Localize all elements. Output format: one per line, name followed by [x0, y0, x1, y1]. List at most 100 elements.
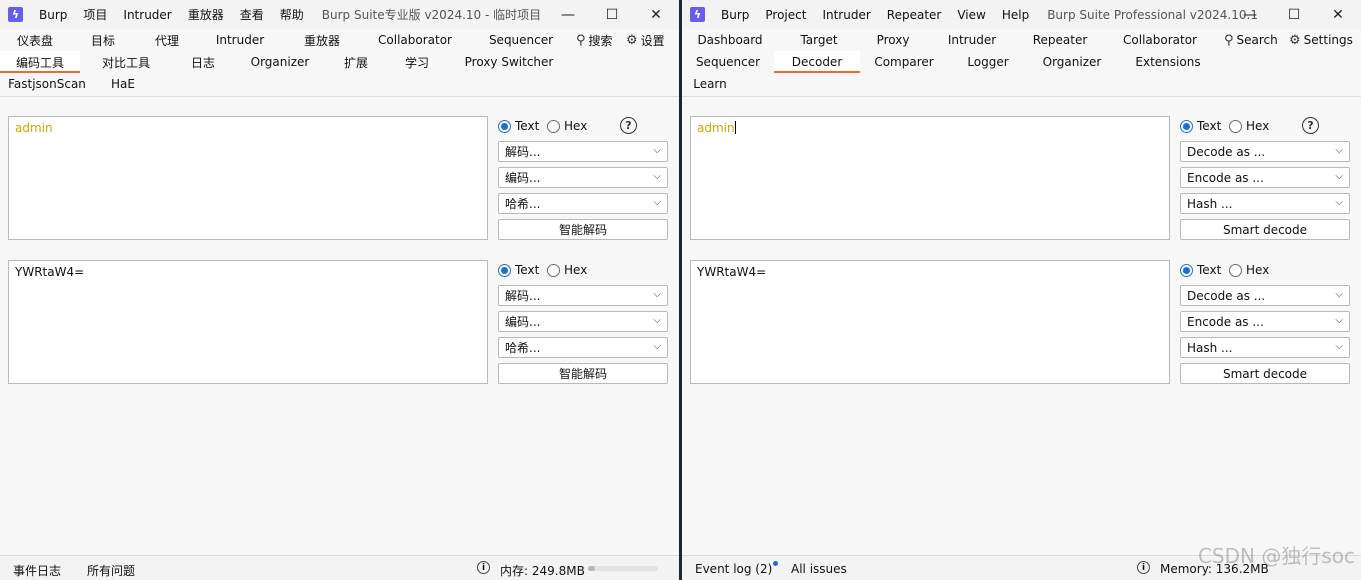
smart-decode-button[interactable]: Smart decode — [1180, 219, 1350, 240]
event-log-label: Event log (2) — [695, 562, 773, 576]
tab-repeater[interactable]: Repeater — [1018, 29, 1102, 51]
menu-burp[interactable]: Burp — [31, 8, 75, 22]
hex-radio[interactable]: Hex — [1229, 263, 1269, 277]
input-textarea[interactable]: admin — [690, 116, 1170, 240]
encode-select-label: 编码... — [505, 171, 541, 185]
tab-intruder[interactable]: Intruder — [198, 29, 282, 51]
hash-select[interactable]: Hash ... ⌵ — [1180, 193, 1350, 214]
text-radio[interactable]: Text — [498, 263, 539, 277]
encode-select[interactable]: 编码... ⌵ — [498, 167, 668, 188]
tab-organizer[interactable]: Organizer — [234, 51, 326, 73]
menu-project[interactable]: 项目 — [75, 6, 115, 23]
tab-organizer[interactable]: Organizer — [1028, 51, 1116, 73]
encode-select[interactable]: Encode as ... ⌵ — [1180, 311, 1350, 332]
menu-view[interactable]: View — [949, 8, 993, 22]
tab-logger[interactable]: 日志 — [172, 51, 234, 73]
text-radio[interactable]: Text — [498, 119, 539, 133]
tab-extensions[interactable]: 扩展 — [326, 51, 386, 73]
search-icon: ⚲ — [1224, 32, 1234, 48]
tab-collaborator[interactable]: Collaborator — [1102, 29, 1218, 51]
input-textarea[interactable]: admin — [8, 116, 488, 240]
hex-radio[interactable]: Hex — [547, 119, 587, 133]
menu-view[interactable]: 查看 — [232, 6, 272, 23]
menu-repeater[interactable]: 重放器 — [180, 6, 232, 23]
encode-select[interactable]: 编码... ⌵ — [498, 311, 668, 332]
search-label: 搜索 — [588, 33, 613, 48]
decode-select-label: 解码... — [505, 289, 541, 303]
help-icon[interactable]: ? — [1302, 117, 1319, 134]
tab-repeater[interactable]: 重放器 — [282, 29, 362, 51]
radio-unselected-icon — [1229, 263, 1242, 277]
tab-target[interactable]: 目标 — [70, 29, 136, 51]
tab-comparer[interactable]: 对比工具 — [80, 51, 172, 73]
watermark: CSDN @独行soc — [1197, 544, 1355, 568]
tab-intruder[interactable]: Intruder — [926, 29, 1018, 51]
hash-select-label: 哈希... — [505, 341, 541, 355]
event-log-tab[interactable]: Event log (2) — [695, 561, 779, 576]
output-textarea[interactable]: YWRtaW4= — [690, 260, 1170, 384]
text-radio[interactable]: Text — [1180, 119, 1221, 133]
search-button[interactable]: ⚲ Search — [1224, 29, 1278, 51]
hex-radio[interactable]: Hex — [547, 263, 587, 277]
tab-proxy[interactable]: 代理 — [136, 29, 198, 51]
tab-proxy[interactable]: Proxy — [860, 29, 926, 51]
hash-select[interactable]: 哈希... ⌵ — [498, 193, 668, 214]
tab-proxy-switcher[interactable]: Proxy Switcher — [448, 51, 570, 73]
close-icon[interactable]: ✕ — [634, 0, 678, 29]
tab-decoder[interactable]: 编码工具 — [0, 51, 80, 73]
menu-help[interactable]: Help — [994, 8, 1037, 22]
memory-bar — [588, 566, 658, 571]
tab-extensions[interactable]: Extensions — [1116, 51, 1220, 73]
tab-dashboard[interactable]: Dashboard — [682, 29, 778, 51]
hash-select-label: 哈希... — [505, 197, 541, 211]
decode-select[interactable]: Decode as ... ⌵ — [1180, 285, 1350, 306]
tab-target[interactable]: Target — [778, 29, 860, 51]
tab-sequencer[interactable]: Sequencer — [682, 51, 774, 73]
maximize-icon[interactable]: ☐ — [1272, 0, 1316, 29]
tab-dashboard[interactable]: 仪表盘 — [0, 29, 70, 51]
encode-select-label: Encode as ... — [1187, 170, 1264, 185]
all-issues-tab[interactable]: 所有问题 — [87, 562, 135, 579]
decode-select[interactable]: 解码... ⌵ — [498, 285, 668, 306]
hash-select[interactable]: Hash ... ⌵ — [1180, 337, 1350, 358]
maximize-icon[interactable]: ☐ — [590, 0, 634, 29]
menu-burp[interactable]: Burp — [713, 8, 757, 22]
tab-sequencer[interactable]: Sequencer — [468, 29, 574, 51]
text-radio[interactable]: Text — [1180, 263, 1221, 277]
tab-decoder[interactable]: Decoder — [774, 51, 860, 73]
search-button[interactable]: ⚲ 搜索 — [576, 29, 613, 51]
output-textarea[interactable]: YWRtaW4= — [8, 260, 488, 384]
smart-decode-button[interactable]: Smart decode — [1180, 363, 1350, 384]
hash-select[interactable]: 哈希... ⌵ — [498, 337, 668, 358]
tab-collaborator[interactable]: Collaborator — [362, 29, 468, 51]
tab-comparer[interactable]: Comparer — [860, 51, 948, 73]
chevron-down-icon: ⌵ — [653, 171, 661, 182]
tab-learn[interactable]: 学习 — [386, 51, 448, 73]
tab-learn[interactable]: Learn — [682, 73, 738, 95]
all-issues-tab[interactable]: All issues — [791, 562, 847, 576]
settings-button[interactable]: ⚙ 设置 — [626, 29, 665, 51]
minimize-icon[interactable]: — — [546, 0, 590, 29]
decode-select[interactable]: 解码... ⌵ — [498, 141, 668, 162]
output-text: YWRtaW4= — [697, 265, 767, 279]
text-radio-label: Text — [515, 263, 540, 277]
menu-project[interactable]: Project — [757, 8, 814, 22]
encode-select[interactable]: Encode as ... ⌵ — [1180, 167, 1350, 188]
smart-decode-button[interactable]: 智能解码 — [498, 219, 668, 240]
menu-help[interactable]: 帮助 — [272, 6, 312, 23]
event-log-tab[interactable]: 事件日志 — [13, 562, 61, 579]
smart-decode-button[interactable]: 智能解码 — [498, 363, 668, 384]
minimize-icon[interactable]: — — [1228, 0, 1272, 29]
hex-radio[interactable]: Hex — [1229, 119, 1269, 133]
menu-repeater[interactable]: Repeater — [879, 8, 950, 22]
tab-fastjsonscan[interactable]: FastjsonScan — [0, 73, 94, 95]
decode-select[interactable]: Decode as ... ⌵ — [1180, 141, 1350, 162]
tab-hae[interactable]: HaE — [94, 73, 152, 95]
menu-intruder[interactable]: Intruder — [814, 8, 878, 22]
settings-button[interactable]: ⚙ Settings — [1289, 29, 1353, 51]
help-icon[interactable]: ? — [620, 117, 637, 134]
tab-logger[interactable]: Logger — [948, 51, 1028, 73]
menu-intruder[interactable]: Intruder — [115, 8, 179, 22]
input-text: admin — [15, 121, 53, 135]
close-icon[interactable]: ✕ — [1316, 0, 1360, 29]
